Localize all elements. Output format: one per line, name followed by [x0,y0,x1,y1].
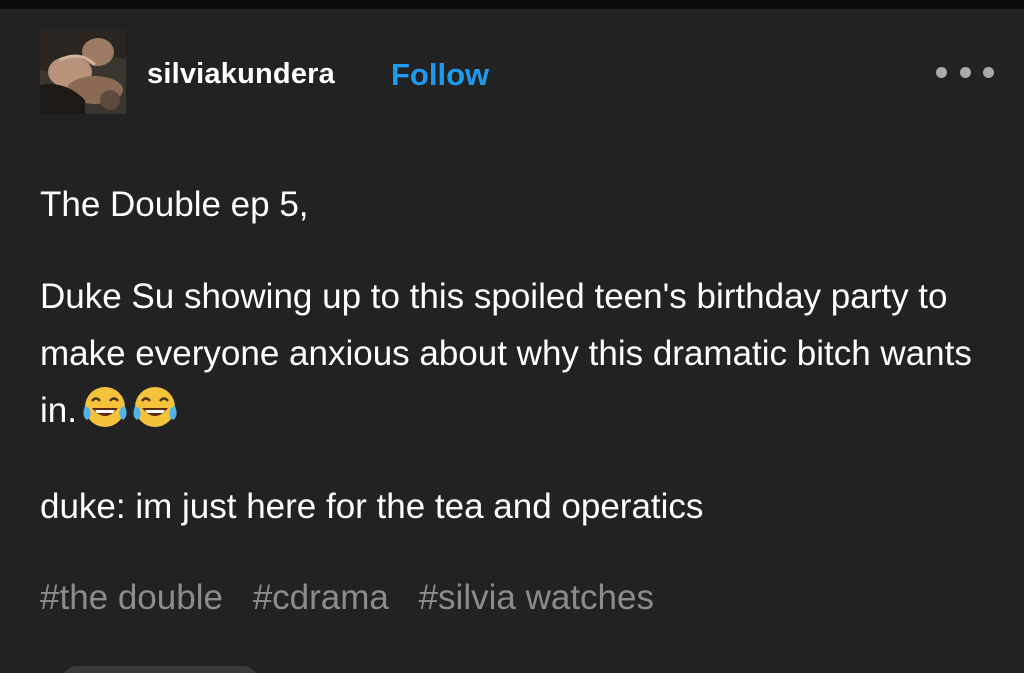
tears-of-joy-icon [133,387,177,427]
ellipsis-icon[interactable] [936,60,994,84]
follow-button[interactable]: Follow [391,57,489,93]
post-header: silviakundera Follow [40,30,1000,114]
tears-of-joy-icon [83,387,127,427]
avatar-image [40,30,126,114]
username[interactable]: silviakundera [147,58,335,91]
tag-list: #the double #cdrama #silvia watches [40,578,674,618]
laughing-crying-emoji-icon [81,384,179,430]
tag-link[interactable]: #the double [40,578,223,617]
menu-dot [983,66,994,78]
tag-link[interactable]: #cdrama [253,578,389,617]
menu-dot [936,66,947,78]
tag-link[interactable]: #silvia watches [419,578,654,617]
notes-pill[interactable] [62,666,258,673]
top-edge-bar [0,0,1024,9]
avatar[interactable] [40,30,126,114]
post-text-line: The Double ep 5, [40,185,309,224]
post-text-content: Duke Su showing up to this spoiled teen'… [40,277,972,430]
post-text-paragraph: Duke Su showing up to this spoiled teen'… [40,268,990,439]
post-text-line: duke: im just here for the tea and opera… [40,487,704,526]
menu-dot [959,66,971,78]
